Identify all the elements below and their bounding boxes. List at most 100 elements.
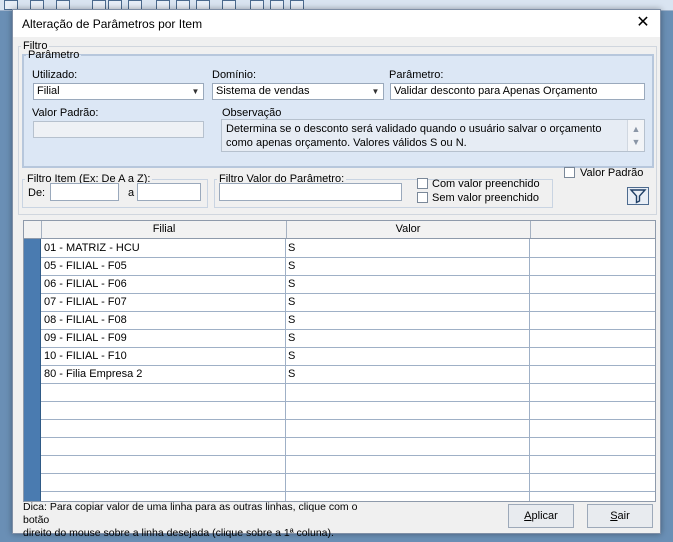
table-row[interactable]: 01 - MATRIZ - HCU S	[24, 239, 655, 258]
funnel-icon	[629, 189, 647, 204]
dominio-label: Domínio:	[212, 69, 257, 81]
parametro-legend: Parâmetro	[28, 49, 80, 61]
cell-valor[interactable]	[286, 473, 530, 491]
sair-label: Sair	[610, 510, 630, 522]
row-indicator[interactable]	[24, 257, 41, 275]
table-row[interactable]: 07 - FILIAL - F07 S	[24, 293, 655, 312]
dialog-window: Alteração de Parâmetros por Item ✕ Filtr…	[12, 9, 661, 539]
scroll-down-icon[interactable]: ▼	[628, 135, 644, 149]
table-row[interactable]	[24, 437, 655, 456]
sair-button[interactable]: Sair	[587, 504, 653, 528]
cell-empty	[530, 239, 655, 257]
cell-valor[interactable]: S	[286, 239, 530, 257]
a-label: a	[128, 187, 135, 199]
cell-filial[interactable]	[42, 455, 286, 473]
cell-filial[interactable]: 08 - FILIAL - F08	[42, 311, 286, 329]
cell-valor[interactable]: S	[286, 275, 530, 293]
row-indicator[interactable]	[24, 347, 41, 365]
cell-valor[interactable]	[286, 419, 530, 437]
cell-filial[interactable]: 10 - FILIAL - F10	[42, 347, 286, 365]
utilizado-select[interactable]: Filial ▼	[33, 83, 204, 100]
cell-filial[interactable]: 05 - FILIAL - F05	[42, 257, 286, 275]
grid-header-filial[interactable]: Filial	[42, 221, 287, 238]
row-indicator[interactable]	[24, 455, 41, 473]
cell-empty	[530, 311, 655, 329]
utilizado-value: Filial	[37, 85, 60, 97]
table-row[interactable]	[24, 401, 655, 420]
chevron-down-icon[interactable]: ▼	[368, 84, 383, 99]
row-indicator[interactable]	[24, 419, 41, 437]
cell-valor[interactable]	[286, 437, 530, 455]
cell-valor[interactable]	[286, 401, 530, 419]
chevron-down-icon[interactable]: ▼	[188, 84, 203, 99]
cell-empty	[530, 365, 655, 383]
cell-filial[interactable]: 01 - MATRIZ - HCU	[42, 239, 286, 257]
close-icon[interactable]: ✕	[632, 13, 654, 33]
grid-header-valor[interactable]: Valor	[286, 221, 531, 238]
cell-empty	[530, 383, 655, 401]
row-indicator[interactable]	[24, 311, 41, 329]
observacao-text: Determina se o desconto será validado qu…	[226, 123, 602, 149]
cell-valor[interactable]	[286, 383, 530, 401]
row-indicator[interactable]	[24, 437, 41, 455]
table-row[interactable]	[24, 455, 655, 474]
table-row[interactable]	[24, 419, 655, 438]
cell-filial[interactable]: 07 - FILIAL - F07	[42, 293, 286, 311]
table-row[interactable]: 08 - FILIAL - F08 S	[24, 311, 655, 330]
cell-empty	[530, 437, 655, 455]
cell-filial[interactable]: 09 - FILIAL - F09	[42, 329, 286, 347]
cell-empty	[530, 257, 655, 275]
memo-scrollbar[interactable]: ▲ ▼	[627, 120, 644, 151]
utilizado-label: Utilizado:	[32, 69, 78, 81]
row-indicator[interactable]	[24, 383, 41, 401]
parametro-field[interactable]: Validar desconto para Apenas Orçamento	[390, 83, 645, 100]
aplicar-button[interactable]: Aplicar	[508, 504, 574, 528]
table-row[interactable]: 80 - Filia Empresa 2S	[24, 365, 655, 384]
cell-valor[interactable]: S	[286, 257, 530, 275]
row-indicator[interactable]	[24, 365, 41, 383]
cell-filial[interactable]	[42, 401, 286, 419]
filtro-valor-input[interactable]	[219, 183, 402, 201]
cell-valor[interactable]: S	[286, 311, 530, 329]
table-row[interactable]: 10 - FILIAL - F10 S	[24, 347, 655, 366]
cell-filial[interactable]	[42, 383, 286, 401]
row-indicator[interactable]	[24, 329, 41, 347]
cell-filial[interactable]: 80 - Filia Empresa 2	[42, 365, 286, 383]
valor-padrao-checkbox[interactable]	[564, 167, 575, 178]
cell-filial[interactable]	[42, 437, 286, 455]
row-indicator[interactable]	[24, 401, 41, 419]
cell-valor[interactable]: S	[286, 293, 530, 311]
table-row[interactable]: 06 - FILIAL - F06 S	[24, 275, 655, 294]
cell-valor[interactable]	[286, 455, 530, 473]
aplicar-label: Aplicar	[524, 510, 558, 522]
com-valor-label: Com valor preenchido	[432, 178, 540, 190]
cell-filial[interactable]	[42, 419, 286, 437]
a-input[interactable]	[137, 183, 201, 201]
sem-valor-label: Sem valor preenchido	[432, 192, 540, 204]
com-valor-checkbox[interactable]	[417, 178, 428, 189]
cell-valor[interactable]: S	[286, 329, 530, 347]
sem-valor-checkbox[interactable]	[417, 192, 428, 203]
hint-line-2: direito do mouse sobre a linha desejada …	[23, 527, 334, 539]
table-row[interactable]	[24, 473, 655, 492]
scroll-up-icon[interactable]: ▲	[628, 122, 644, 136]
dominio-select[interactable]: Sistema de vendas ▼	[212, 83, 384, 100]
observacao-memo[interactable]: Determina se o desconto será validado qu…	[221, 119, 645, 152]
cell-empty	[530, 473, 655, 491]
cell-valor[interactable]: S	[286, 347, 530, 365]
table-row[interactable]	[24, 383, 655, 402]
items-grid[interactable]: Filial Valor 01 - MATRIZ - HCU S 05 - FILI…	[23, 220, 656, 502]
row-indicator[interactable]	[24, 293, 41, 311]
cell-filial[interactable]	[42, 473, 286, 491]
row-indicator[interactable]	[24, 473, 41, 491]
table-row[interactable]: 05 - FILIAL - F05 S	[24, 257, 655, 276]
row-indicator[interactable]	[24, 275, 41, 293]
row-indicator[interactable]	[24, 239, 41, 257]
table-row[interactable]: 09 - FILIAL - F09 S	[24, 329, 655, 348]
cell-filial[interactable]: 06 - FILIAL - F06	[42, 275, 286, 293]
cell-empty	[530, 401, 655, 419]
de-input[interactable]	[50, 183, 119, 201]
filter-button[interactable]	[627, 187, 649, 205]
valor-padrao-field	[33, 121, 204, 138]
cell-valor[interactable]: S	[286, 365, 530, 383]
